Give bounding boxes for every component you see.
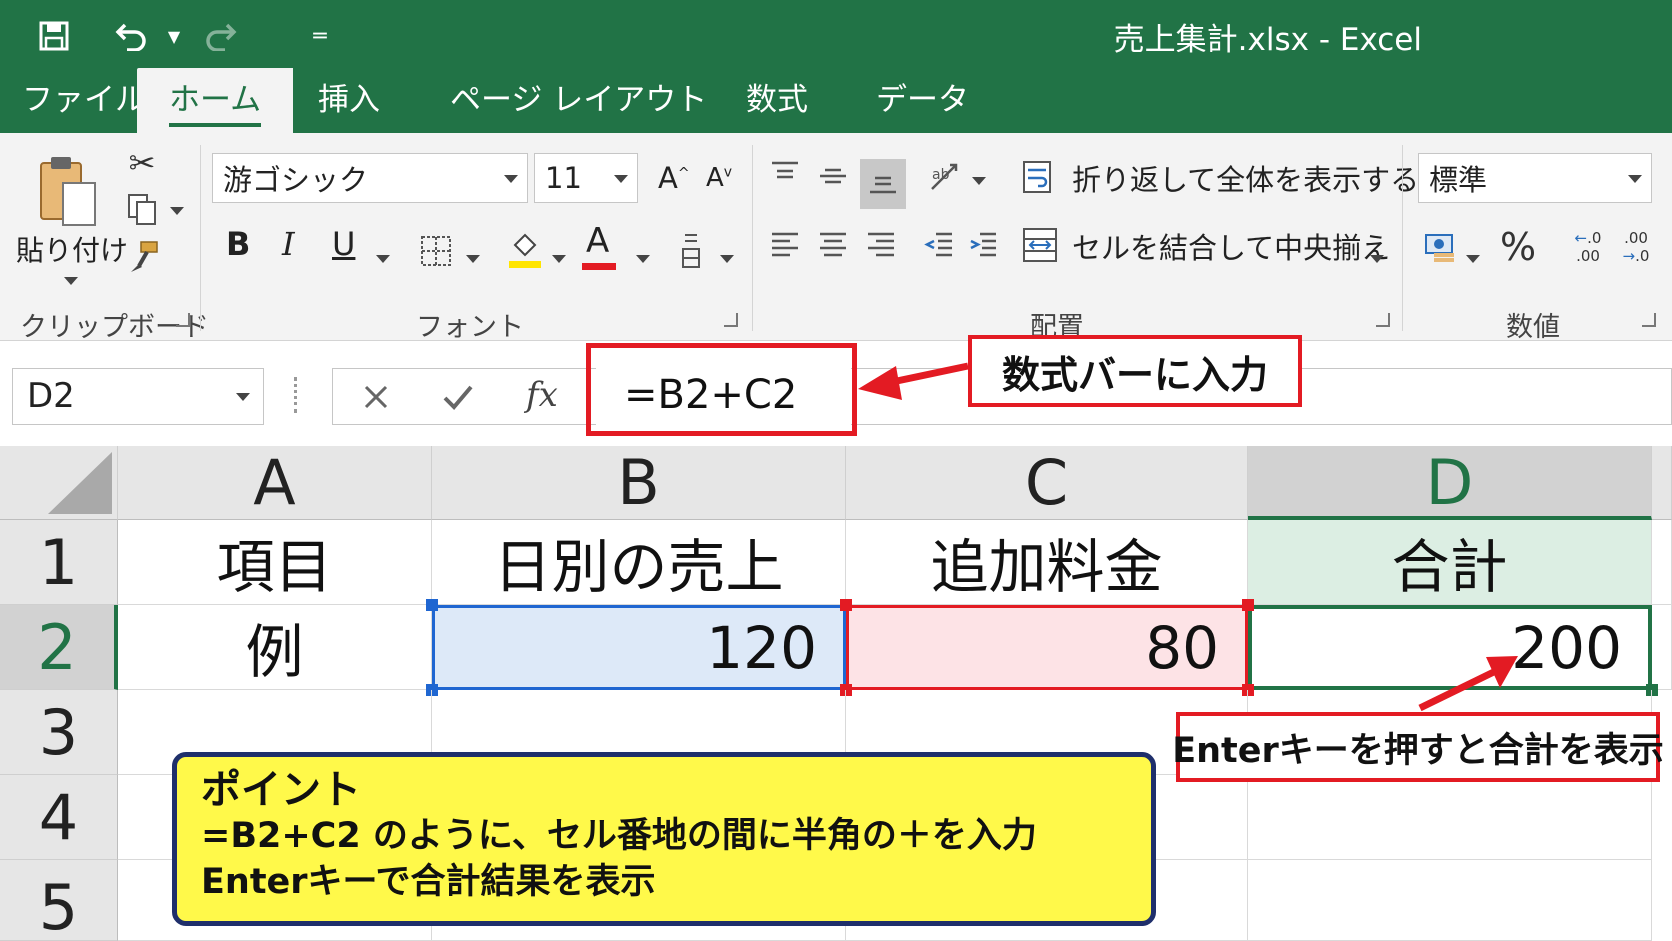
enter-callout: Enterキーを押すと合計を表示: [1172, 712, 1664, 782]
point-line-2: Enterキーで合計結果を表示: [201, 862, 656, 902]
excel-window: ▼ ═ 売上集計.xlsx - Excel ファイル ホーム 挿入 ページ レイ…: [0, 0, 1672, 941]
point-title: ポイント: [201, 767, 361, 813]
point-line-1: =B2+C2 のように、セル番地の間に半角の＋を入力: [201, 816, 1037, 856]
point-note: ポイント =B2+C2 のように、セル番地の間に半角の＋を入力 Enterキーで…: [172, 752, 1156, 926]
